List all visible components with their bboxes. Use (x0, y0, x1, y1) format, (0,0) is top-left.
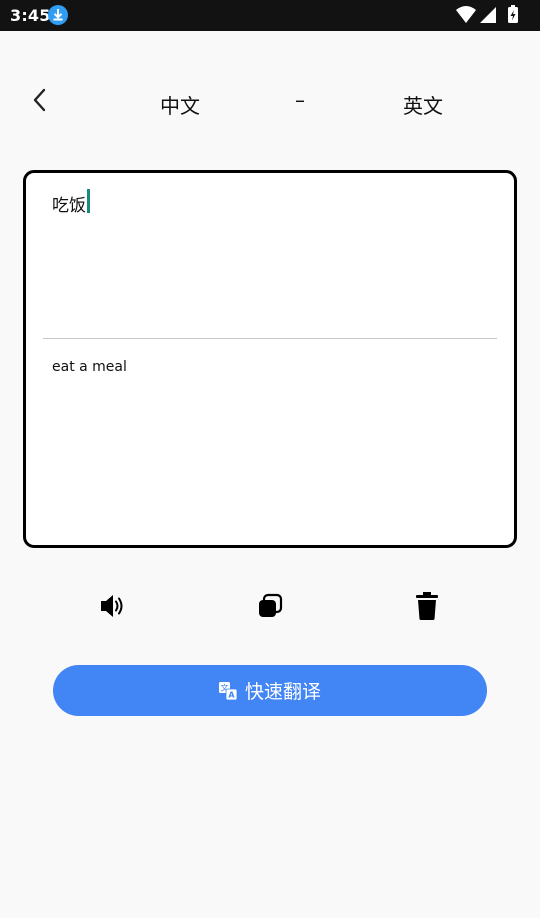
target-language[interactable]: 英文 (403, 90, 443, 119)
copy-button[interactable] (252, 590, 288, 626)
language-separator: – (295, 88, 305, 112)
divider (43, 338, 497, 339)
quick-translate-label: 快速翻译 (244, 681, 321, 703)
chevron-left-icon (32, 88, 48, 116)
speaker-icon (97, 591, 127, 625)
status-icons (452, 5, 532, 25)
copy-icon (256, 592, 284, 624)
translate-icon: 文 A (218, 681, 237, 700)
source-text-input[interactable]: 吃饭 (52, 189, 488, 311)
translation-output: eat a meal (52, 359, 127, 375)
svg-text:A: A (228, 690, 235, 699)
wifi-icon (456, 6, 476, 23)
text-caret (87, 189, 90, 213)
language-header: 中文 – 英文 (0, 78, 540, 126)
back-button[interactable] (22, 86, 58, 118)
signal-icon (480, 7, 496, 23)
source-text: 吃饭 (52, 196, 86, 216)
delete-button[interactable] (409, 590, 445, 626)
quick-translate-button[interactable]: 文 A 快速翻译 (53, 665, 487, 716)
source-language[interactable]: 中文 (160, 90, 200, 119)
action-bar (0, 590, 540, 626)
status-time: 3:45 (10, 6, 51, 25)
speak-button[interactable] (94, 590, 130, 626)
translation-card: 吃饭 eat a meal (23, 170, 517, 548)
download-icon (48, 5, 68, 25)
status-bar: 3:45 (0, 0, 540, 31)
battery-charging-icon (508, 5, 518, 23)
trash-icon (413, 591, 441, 625)
